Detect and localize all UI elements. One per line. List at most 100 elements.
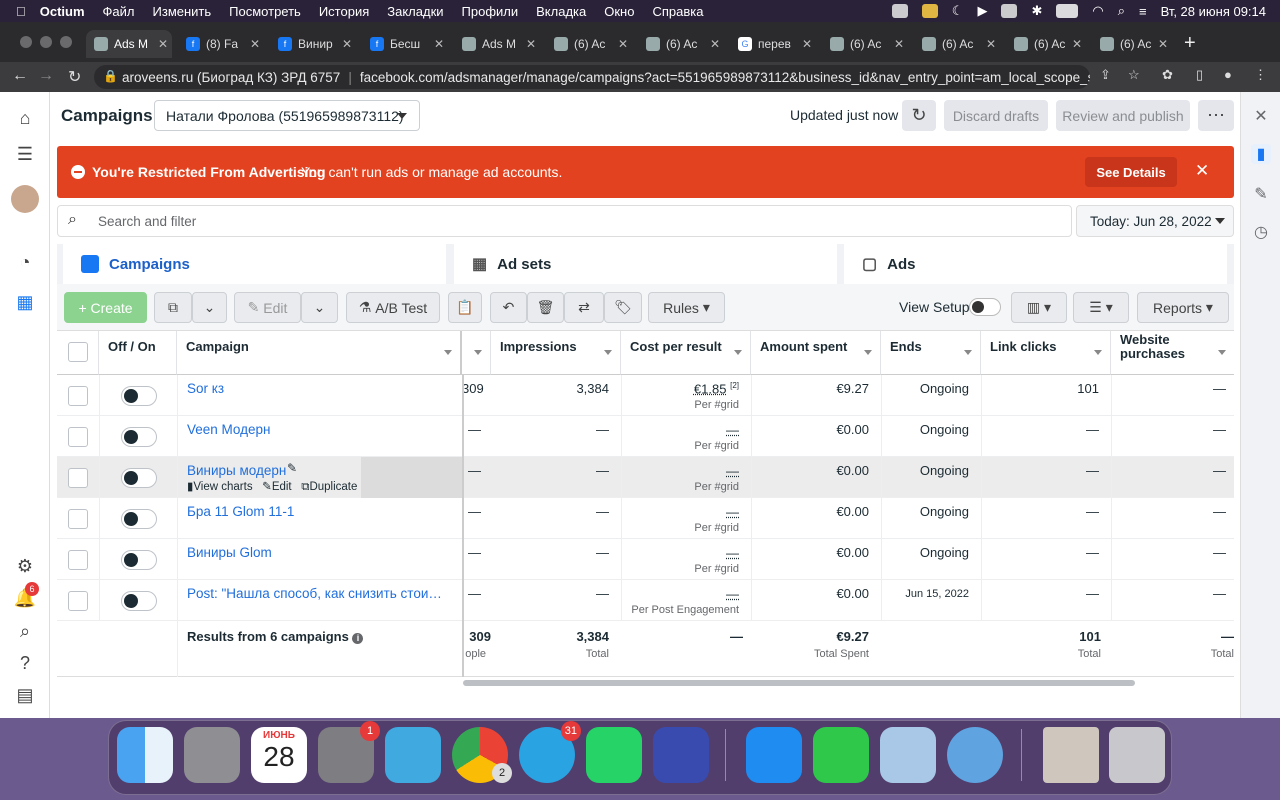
home-icon[interactable]: ⌂ bbox=[13, 106, 37, 130]
rules-button[interactable]: Rules ▾ bbox=[648, 292, 725, 323]
finder-icon[interactable] bbox=[117, 727, 173, 783]
browser-tab[interactable]: Gперев ✕ bbox=[730, 30, 816, 58]
forward-icon[interactable]: → bbox=[38, 67, 54, 85]
help-icon[interactable]: ? bbox=[13, 651, 37, 675]
close-tab-icon[interactable]: ✕ bbox=[434, 37, 444, 51]
menu-item-file[interactable]: Файл bbox=[103, 4, 135, 19]
more-menu-icon[interactable]: ⋮ bbox=[1254, 67, 1267, 83]
reports-button[interactable]: Reports ▾ bbox=[1137, 292, 1229, 323]
close-tab-icon[interactable]: ✕ bbox=[618, 37, 628, 51]
refresh-button[interactable]: ↻ bbox=[902, 100, 936, 131]
zoom-window-button[interactable] bbox=[60, 36, 72, 48]
close-window-button[interactable] bbox=[20, 36, 32, 48]
campaign-toggle[interactable] bbox=[121, 468, 157, 488]
row-checkbox[interactable] bbox=[68, 427, 88, 447]
reach-header[interactable] bbox=[462, 331, 491, 375]
apple-icon[interactable]:  bbox=[16, 4, 26, 19]
close-tab-icon[interactable]: ✕ bbox=[1072, 37, 1082, 51]
campaign-name-link[interactable]: Veen Модерн bbox=[187, 422, 447, 437]
close-tab-icon[interactable]: ✕ bbox=[158, 37, 168, 51]
account-selector[interactable]: Натали Фролова (551965989873112) bbox=[154, 100, 420, 131]
battery-icon[interactable] bbox=[1056, 4, 1079, 18]
menu-item-history[interactable]: История bbox=[319, 4, 369, 19]
address-field[interactable]: 🔒 aroveens.ru (Биоград КЗ) ЗРД 6757 | fa… bbox=[94, 65, 1090, 89]
row-checkbox[interactable] bbox=[68, 386, 88, 406]
tab-campaigns[interactable]: Campaigns bbox=[63, 244, 446, 284]
play-icon[interactable]: ▶ bbox=[977, 3, 987, 19]
bookmark-star-icon[interactable]: ☆ bbox=[1128, 67, 1140, 83]
campaign-toggle[interactable] bbox=[121, 427, 157, 447]
purchases-header[interactable]: Website purchases bbox=[1111, 331, 1234, 375]
pencil-icon[interactable]: ✎ bbox=[1251, 184, 1271, 204]
browser-tab[interactable]: f Бесш ✕ bbox=[362, 30, 448, 58]
clicks-header[interactable]: Link clicks bbox=[981, 331, 1111, 375]
columns-button[interactable]: ▥ ▾ bbox=[1011, 292, 1067, 323]
table-row[interactable]: Post: "Нашла способ, как снизить стоимос… bbox=[57, 580, 1234, 621]
settings-gear-icon[interactable]: ⚙ bbox=[13, 554, 37, 578]
tag-button[interactable]: 🏷 bbox=[604, 292, 642, 323]
wifi-icon[interactable]: ◠ bbox=[1092, 3, 1103, 19]
telegram-icon[interactable]: 31 bbox=[519, 721, 581, 783]
date-range-selector[interactable]: Today: Jun 28, 2022 bbox=[1076, 205, 1234, 237]
table-row[interactable]: Sor кз 309 3,384 €1.85 [2] Per #grid €9.27 Ong… bbox=[57, 375, 1234, 416]
share-icon[interactable]: ⇪ bbox=[1100, 67, 1111, 83]
close-tab-icon[interactable]: ✕ bbox=[342, 37, 352, 51]
spent-header[interactable]: Amount spent bbox=[751, 331, 881, 375]
campaign-name-link[interactable]: Бра 11 Glom 11-1 bbox=[187, 504, 447, 519]
close-tab-icon[interactable]: ✕ bbox=[710, 37, 720, 51]
notifications-bell-icon[interactable]: 🔔 6 bbox=[13, 582, 39, 610]
chrome-icon[interactable]: 2 bbox=[452, 727, 512, 783]
octium-icon[interactable] bbox=[653, 727, 709, 783]
sidebar-toggle-icon[interactable]: ▯ bbox=[1196, 67, 1203, 83]
menu-item-profiles[interactable]: Профили bbox=[462, 4, 519, 19]
duplicate-link[interactable]: ⧉Duplicate bbox=[301, 481, 357, 493]
chart-icon[interactable]: ▮ bbox=[1251, 144, 1271, 164]
browser-tab[interactable]: (6) Ac ✕ bbox=[914, 30, 1000, 58]
row-checkbox[interactable] bbox=[68, 591, 88, 611]
delete-button[interactable]: 🗑 bbox=[527, 292, 564, 323]
view-setup-toggle[interactable] bbox=[969, 298, 1001, 316]
new-tab-icon[interactable]: + bbox=[1184, 32, 1196, 55]
close-tab-icon[interactable]: ✕ bbox=[802, 37, 812, 51]
facetime-icon[interactable] bbox=[813, 727, 869, 783]
duplicate-dropdown[interactable]: ⌄ bbox=[192, 292, 227, 323]
launchpad-icon[interactable] bbox=[184, 727, 240, 783]
campaign-header[interactable]: Campaign bbox=[177, 331, 462, 375]
edit-button[interactable]: ✎ Edit bbox=[234, 292, 301, 323]
offon-header[interactable]: Off / On bbox=[99, 331, 177, 375]
extension-icon[interactable]: ✿ bbox=[1162, 67, 1173, 83]
notification-tray-icon[interactable] bbox=[921, 4, 938, 18]
browser-tab[interactable]: (6) Ac ✕ bbox=[546, 30, 632, 58]
campaign-toggle[interactable] bbox=[121, 591, 157, 611]
bluetooth-icon[interactable]: ✱ bbox=[1031, 3, 1042, 19]
table-row[interactable]: Виниры Glom — — — Per #grid €0.00 Ongoing — — bbox=[57, 539, 1234, 580]
menu-app-name[interactable]: Octium bbox=[40, 4, 85, 19]
close-banner-icon[interactable]: ✕ bbox=[1195, 161, 1209, 181]
browser-tab[interactable]: Ads M ✕ bbox=[86, 30, 172, 58]
clipboard-button[interactable]: 📋 bbox=[448, 292, 482, 323]
duplicate-button[interactable]: ⧉ bbox=[154, 292, 192, 323]
edit-link[interactable]: ✎Edit bbox=[262, 481, 291, 493]
table-row[interactable]: Бра 11 Glom 11-1 — — — Per #grid €0.00 Ongoin… bbox=[57, 498, 1234, 539]
campaign-name-link[interactable]: Post: "Нашла способ, как снизить стоимос… bbox=[187, 586, 447, 601]
dashboard-icon[interactable]: ◔ bbox=[13, 250, 37, 274]
profile-icon[interactable]: ● bbox=[1224, 67, 1232, 82]
menu-item-edit[interactable]: Изменить bbox=[153, 4, 212, 19]
row-checkbox[interactable] bbox=[68, 468, 88, 488]
table-row[interactable]: Виниры модерн ✎ ▮View charts ✎Edit ⧉Duplic… bbox=[57, 457, 1234, 498]
browser-tab[interactable]: Ads M ✕ bbox=[454, 30, 540, 58]
campaign-toggle[interactable] bbox=[121, 509, 157, 529]
tab-adsets[interactable]: ▦ Ad sets bbox=[454, 244, 837, 284]
info-icon[interactable]: i bbox=[352, 633, 364, 644]
horizontal-scrollbar[interactable] bbox=[463, 680, 1135, 686]
edit-dropdown[interactable]: ⌄ bbox=[301, 292, 338, 323]
review-publish-button[interactable]: Review and publish bbox=[1056, 100, 1190, 131]
close-tab-icon[interactable]: ✕ bbox=[1158, 37, 1168, 51]
moon-icon[interactable]: ☾ bbox=[952, 3, 964, 19]
menu-item-help[interactable]: Справка bbox=[652, 4, 703, 19]
trash-icon[interactable] bbox=[1109, 727, 1165, 783]
browser-tab[interactable]: f (8) Fa ✕ bbox=[178, 30, 264, 58]
report-icon[interactable]: ▤ bbox=[13, 683, 37, 707]
create-button[interactable]: + Create bbox=[64, 292, 147, 323]
menu-item-window[interactable]: Окно bbox=[604, 4, 634, 19]
